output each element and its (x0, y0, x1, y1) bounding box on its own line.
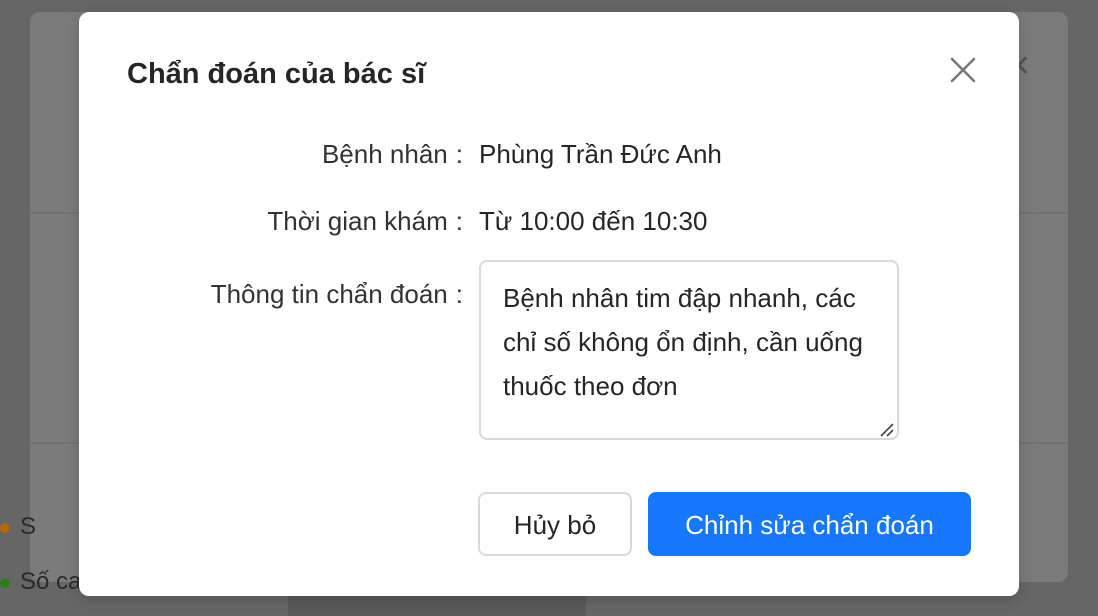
diagnosis-modal: Chẩn đoán của bác sĩ Bệnh nhân: Phùng Tr… (79, 12, 1019, 596)
close-button[interactable] (943, 50, 983, 90)
exam-time-value: Từ 10:00 đến 10:30 (479, 206, 708, 236)
patient-row: Bệnh nhân: Phùng Trần Đức Anh (79, 136, 1019, 172)
diagnosis-label: Thông tin chẩn đoán: (211, 276, 463, 312)
status-dot (0, 522, 10, 533)
cancel-button[interactable]: Hủy bỏ (478, 492, 632, 556)
background-list-item: S (0, 512, 36, 542)
exam-time-row: Thời gian khám: Từ 10:00 đến 10:30 (79, 203, 1019, 239)
background-item-label: Số ca (20, 568, 82, 595)
label-colon: : (455, 279, 463, 309)
close-icon (950, 57, 976, 83)
patient-label: Bệnh nhân: (322, 136, 463, 172)
diagnosis-label-text: Thông tin chẩn đoán (210, 279, 448, 309)
background-item-label: S (20, 513, 37, 540)
background-list-item: Số ca (0, 567, 81, 597)
status-dot (0, 577, 10, 588)
diagnosis-textarea[interactable]: Bệnh nhân tim đập nhanh, các chỉ số khôn… (479, 260, 899, 440)
modal-title: Chẩn đoán của bác sĩ (127, 58, 426, 90)
patient-label-text: Bệnh nhân (321, 139, 448, 169)
label-colon: : (455, 139, 463, 169)
background-bar (288, 596, 586, 616)
exam-time-label-text: Thời gian khám (267, 206, 448, 236)
resize-handle-icon[interactable] (879, 422, 895, 438)
label-colon: : (455, 206, 463, 236)
edit-diagnosis-button[interactable]: Chỉnh sửa chẩn đoán (648, 492, 971, 556)
patient-name: Phùng Trần Đức Anh (479, 139, 722, 169)
exam-time-label: Thời gian khám: (267, 203, 463, 239)
